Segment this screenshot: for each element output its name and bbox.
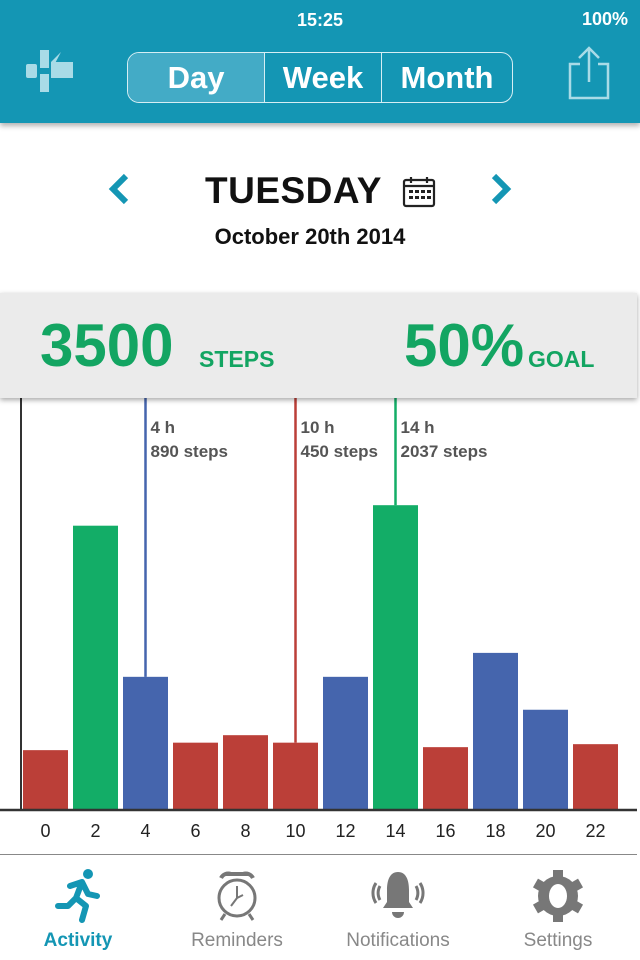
period-segmented-control: Day Week Month — [127, 52, 513, 103]
annotation-steps: 450 steps — [301, 442, 379, 461]
next-day-button[interactable] — [486, 172, 516, 206]
bar-0 — [23, 750, 68, 810]
tab-activity[interactable]: Activity — [3, 866, 153, 952]
bar-18 — [473, 652, 518, 810]
bar-2 — [73, 525, 118, 810]
tab-label: Notifications — [346, 930, 450, 951]
x-tick-label: 4 — [140, 821, 150, 841]
bell-icon — [371, 872, 425, 918]
summary-band: 3500 STEPS 50% GOAL — [0, 293, 637, 398]
goal-percent: 50% — [404, 312, 525, 379]
x-tick-label: 14 — [385, 821, 405, 841]
status-time: 15:25 — [296, 10, 344, 30]
annotation-hour: 4 h — [151, 418, 176, 437]
x-tick-label: 0 — [40, 821, 50, 841]
annotation-steps: 890 steps — [151, 442, 229, 461]
bar-10 — [273, 742, 318, 810]
bar-6 — [173, 742, 218, 810]
bar-20 — [523, 709, 568, 810]
calendar-icon[interactable] — [402, 176, 436, 208]
x-tick-label: 22 — [585, 821, 605, 841]
tab-label: Settings — [523, 930, 593, 951]
previous-day-button[interactable] — [104, 172, 134, 206]
hourly-steps-chart: 0 2 4 6 8 10 12 14 16 18 20 22 4 h 890 steps 10 h 450 s… — [0, 398, 637, 841]
bar-14 — [373, 505, 418, 810]
segment-month[interactable]: Month — [381, 53, 512, 102]
x-tick-label: 2 — [90, 821, 100, 841]
tab-reminders[interactable]: Reminders — [162, 866, 312, 952]
x-tick-label: 20 — [535, 821, 555, 841]
day-of-week: TUESDAY — [205, 170, 382, 211]
bar-8 — [223, 735, 268, 810]
top-bar: 15:25 100% Day Week Month — [0, 0, 640, 123]
annotation-hour: 10 h — [301, 418, 335, 437]
x-tick-label: 18 — [485, 821, 505, 841]
x-tick-label: 10 — [285, 821, 305, 841]
annotation-hour: 14 h — [401, 418, 435, 437]
alarm-clock-icon — [217, 871, 257, 921]
gear-icon — [532, 870, 584, 922]
status-battery: 100% — [581, 9, 628, 29]
annotation-steps: 2037 steps — [401, 442, 488, 461]
segment-week[interactable]: Week — [264, 53, 381, 102]
bar-22 — [573, 744, 618, 810]
tab-label: Reminders — [191, 930, 283, 951]
x-tick-label: 8 — [240, 821, 250, 841]
bar-4 — [123, 676, 168, 810]
tab-settings[interactable]: Settings — [483, 866, 633, 952]
x-tick-label: 12 — [335, 821, 355, 841]
share-icon[interactable] — [566, 44, 612, 100]
tab-bar-divider — [0, 854, 637, 855]
x-tick-label: 16 — [435, 821, 455, 841]
goal-unit: GOAL — [528, 346, 595, 372]
tab-notifications[interactable]: Notifications — [323, 866, 473, 952]
x-tick-label: 6 — [190, 821, 200, 841]
steps-count: 3500 — [40, 312, 174, 379]
tab-label: Activity — [43, 930, 113, 951]
bar-12 — [323, 676, 368, 810]
running-icon — [55, 869, 100, 923]
app-logo-icon[interactable] — [26, 48, 76, 94]
date-label: October 20th 2014 — [214, 224, 406, 249]
steps-unit: STEPS — [199, 346, 275, 372]
segment-day[interactable]: Day — [128, 53, 264, 102]
bar-16 — [423, 747, 468, 810]
